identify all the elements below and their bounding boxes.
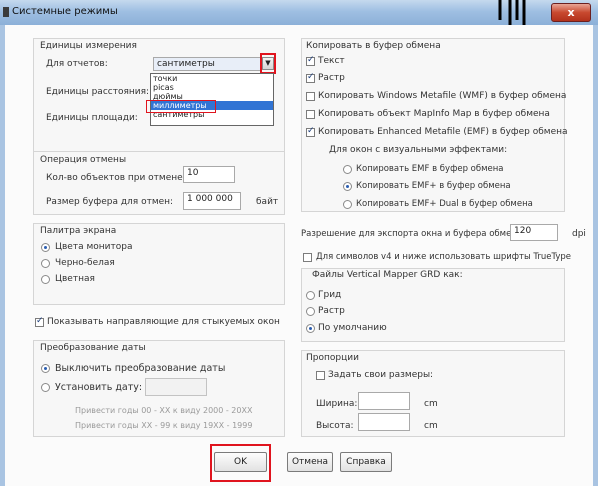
dropdown-option[interactable]: picas [151,83,273,92]
date-set-field[interactable] [145,378,207,396]
palette-option-color-radio[interactable] [41,275,50,284]
palette-option-color-label: Цветная [55,274,95,284]
undo-count-label: Кол-во объектов при отмене: [46,173,186,183]
date-off-label: Выключить преобразование даты [55,363,226,374]
clipboard-text-checkbox[interactable] [306,55,315,66]
snap-guides-checkbox[interactable] [35,316,44,327]
cancel-button[interactable]: Отмена [287,452,333,472]
effects-emfplus-radio[interactable] [343,182,352,191]
undo-buffer-label: Размер буфера для отмен: [46,197,174,207]
grd-group-title: Файлы Vertical Mapper GRD как: [312,270,463,280]
dropdown-option[interactable]: точки [151,74,273,83]
palette-group-title: Палитра экрана [40,226,117,236]
undo-count-field[interactable]: 10 [183,166,235,183]
undo-buffer-field[interactable]: 1 000 000 [183,192,241,210]
clipboard-raster-label: Растр [318,73,345,83]
palette-option-monitor-label: Цвета монитора [55,242,133,252]
reports-units-label: Для отчетов: [46,59,108,69]
truetype-checkbox[interactable] [303,253,312,262]
effects-emfplus-label: Копировать EMF+ в буфер обмена [356,181,511,191]
ok-button[interactable]: OK [214,452,267,472]
undo-buffer-unit: байт [256,197,279,207]
grd-default-radio[interactable] [306,324,315,333]
clipboard-group-title: Копировать в буфер обмена [306,41,441,51]
clipboard-mapinfo-checkbox[interactable] [306,110,315,119]
units-group-title: Единицы измерения [40,41,137,51]
clipboard-wmf-label: Копировать Windows Metafile (WMF) в буфе… [318,91,567,101]
effects-emfdual-label: Копировать EMF+ Dual в буфер обмена [356,199,533,209]
clipboard-emf-label: Копировать Enhanced Metafile (EMF) в буф… [318,127,568,137]
palette-option-monitor-radio[interactable] [41,243,50,252]
effects-emf-radio[interactable] [343,165,352,174]
export-resolution-field[interactable]: 120 [510,224,558,241]
grd-default-label: По умолчанию [318,323,387,333]
clipboard-wmf-checkbox[interactable] [306,92,315,101]
effects-emf-label: Копировать EMF в буфер обмена [356,164,504,174]
truetype-label: Для символов v4 и ниже использовать шриф… [316,252,571,262]
palette-option-bw-radio[interactable] [41,259,50,268]
effects-emfdual-radio[interactable] [343,200,352,209]
effects-label: Для окон с визуальными эффектами: [329,145,508,155]
palette-option-bw-label: Черно-белая [55,258,115,268]
window-title: Системные режимы [12,6,118,17]
clipboard-text-label: Текст [318,56,345,66]
date-set-radio[interactable] [41,383,50,392]
chevron-down-icon[interactable]: ▼ [262,57,274,70]
clipboard-emf-checkbox[interactable] [306,126,315,137]
date-conversion-title: Преобразование даты [40,343,146,353]
window-frame-right [593,25,598,486]
date-set-label: Установить дату: [55,382,143,393]
undo-group-title: Операция отмены [40,155,127,165]
height-unit: cm [424,421,438,431]
custom-size-checkbox[interactable] [316,371,325,380]
height-label: Высота: [316,421,354,431]
width-unit: cm [424,399,438,409]
help-button[interactable]: Справка [340,452,392,472]
area-units-label: Единицы площади: [46,113,138,123]
distance-units-label: Единицы расстояния: [46,87,150,97]
date-hint-2: Привести годы XX - 99 к виду 19XX - 1999 [75,421,253,430]
reports-units-select[interactable]: сантиметры [153,57,261,71]
width-label: Ширина: [316,399,358,409]
grd-raster-label: Растр [318,306,345,316]
selection-highlight [146,100,216,113]
export-resolution-label: Разрешение для экспорта окна и буфера об… [301,229,525,239]
custom-size-label: Задать свои размеры: [328,370,434,380]
snap-guides-label: Показывать направляющие для стыкуемых ок… [47,317,280,327]
width-field[interactable] [358,392,410,410]
proportions-group-title: Пропорции [306,353,359,363]
date-hint-1: Привести годы 00 - XX к виду 2000 - 20XX [75,406,253,415]
clipboard-mapinfo-label: Копировать объект MapInfo Map в буфер об… [318,109,550,119]
export-resolution-unit: dpi [572,229,586,239]
date-off-radio[interactable] [41,364,50,373]
clipboard-raster-checkbox[interactable] [306,72,315,83]
grd-raster-radio[interactable] [306,307,315,316]
height-field[interactable] [358,413,410,431]
app-icon [3,7,9,17]
grd-grid-label: Грид [318,290,342,300]
grd-grid-radio[interactable] [306,291,315,300]
